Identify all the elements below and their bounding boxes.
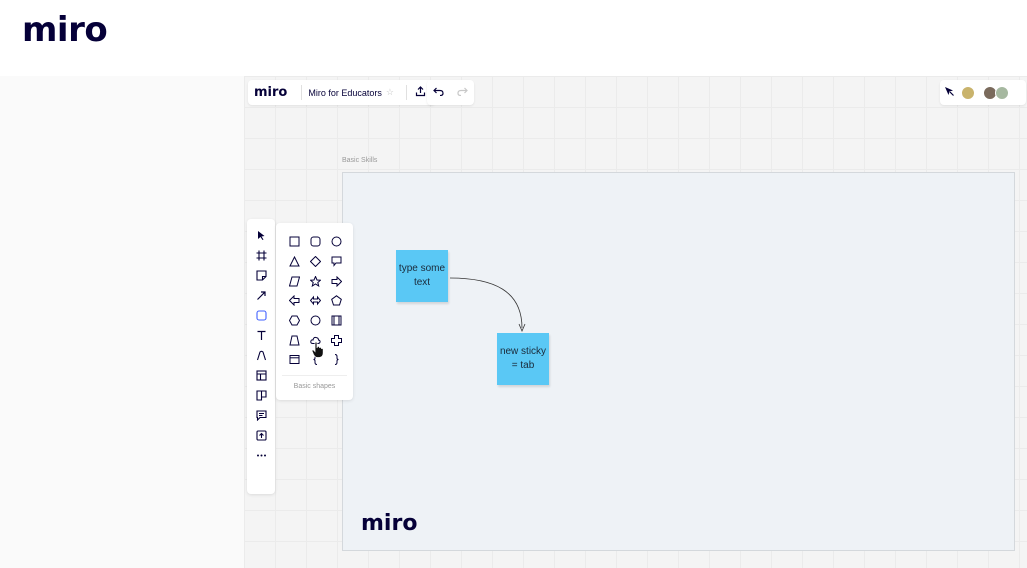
cross-icon xyxy=(330,334,342,346)
pentagon-shape[interactable] xyxy=(326,291,346,311)
frame-tool[interactable] xyxy=(251,245,271,265)
board-frame[interactable]: miro xyxy=(342,172,1015,551)
speech-bubble-icon xyxy=(331,256,341,267)
rectangle-icon xyxy=(289,236,299,247)
avatar[interactable] xyxy=(995,85,1009,100)
trapezoid-shape[interactable] xyxy=(284,330,304,350)
redo-icon[interactable] xyxy=(454,87,470,99)
right-brace-icon xyxy=(334,354,339,366)
process-shape[interactable] xyxy=(326,311,346,331)
arrow-icon xyxy=(256,290,266,300)
sticky-note-tool[interactable] xyxy=(251,265,271,285)
rectangle-shape[interactable] xyxy=(284,232,304,252)
avatar[interactable] xyxy=(961,85,975,100)
parallelogram-icon xyxy=(288,276,300,287)
cards-tool[interactable] xyxy=(251,385,271,405)
left-blank-pane xyxy=(0,76,244,568)
octagon-icon xyxy=(310,315,320,326)
board-canvas[interactable]: miro Miro for Educators ☆ Basic Skills m… xyxy=(244,76,1027,568)
circle-icon xyxy=(331,236,341,247)
pen-icon xyxy=(256,350,266,360)
triangle-icon xyxy=(288,256,300,267)
right-brace-shape[interactable] xyxy=(326,350,346,370)
frame-logo: miro xyxy=(361,511,418,536)
window-shape[interactable] xyxy=(284,350,304,370)
rounded-square-icon xyxy=(255,309,267,321)
upload-tool[interactable] xyxy=(251,425,271,445)
pentagon-icon xyxy=(330,295,342,306)
board-title[interactable]: Miro for Educators xyxy=(308,88,382,98)
comment-icon xyxy=(255,409,267,421)
star-shape[interactable] xyxy=(305,271,325,291)
sticky-note[interactable]: new sticky = tab xyxy=(497,333,549,385)
star-icon[interactable]: ☆ xyxy=(386,87,394,98)
triangle-shape[interactable] xyxy=(284,252,304,272)
parallelogram-shape[interactable] xyxy=(284,271,304,291)
octagon-shape[interactable] xyxy=(305,311,325,331)
templates-tool[interactable] xyxy=(251,365,271,385)
frame-icon xyxy=(256,250,266,260)
rounded-rectangle-shape[interactable] xyxy=(305,232,325,252)
left-arrow-icon xyxy=(288,295,299,307)
frame-label[interactable]: Basic Skills xyxy=(342,157,377,164)
board-logo[interactable]: miro xyxy=(254,85,287,100)
sticky-note-icon xyxy=(255,269,267,281)
speech-bubble-shape[interactable] xyxy=(326,252,346,272)
pen-tool[interactable] xyxy=(251,345,271,365)
page-logo: miro xyxy=(22,10,108,50)
toolbar-divider xyxy=(405,85,407,100)
template-icon xyxy=(255,369,267,381)
left-arrow-shape[interactable] xyxy=(284,291,304,311)
card-icon xyxy=(255,389,267,401)
cursor-arrow-icon xyxy=(258,230,265,240)
undo-icon[interactable] xyxy=(431,87,447,99)
connection-line-tool[interactable] xyxy=(251,285,271,305)
star-icon xyxy=(309,275,321,287)
window-icon xyxy=(289,355,299,365)
double-arrow-shape[interactable] xyxy=(305,291,325,311)
right-arrow-shape[interactable] xyxy=(326,271,346,291)
right-arrow-icon xyxy=(331,275,342,287)
process-icon xyxy=(331,315,341,326)
upload-icon xyxy=(255,429,267,441)
more-icon xyxy=(256,454,266,456)
shapes-panel: Basic shapes xyxy=(276,223,353,400)
creation-toolbar xyxy=(247,219,275,494)
toolbar-divider xyxy=(301,85,303,100)
comment-tool[interactable] xyxy=(251,405,271,425)
shapes-panel-divider xyxy=(282,375,347,376)
collaborator-cursor-icon[interactable] xyxy=(944,86,955,100)
shapes-tool[interactable] xyxy=(251,305,271,325)
select-tool[interactable] xyxy=(251,225,271,245)
rhombus-icon xyxy=(309,256,321,268)
double-arrow-icon xyxy=(309,296,321,306)
shapes-panel-label: Basic shapes xyxy=(293,383,336,390)
cross-shape[interactable] xyxy=(326,330,346,350)
board-top-toolbar: miro Miro for Educators ☆ xyxy=(248,80,435,105)
hand-pointer-icon xyxy=(311,341,324,358)
hexagon-shape[interactable] xyxy=(284,311,304,331)
text-tool[interactable] xyxy=(251,325,271,345)
collaborators-bar xyxy=(940,80,1026,105)
undo-redo-group xyxy=(427,80,474,105)
trapezoid-icon xyxy=(288,335,300,346)
screen: miro miro Miro for Educators ☆ Basic Ski… xyxy=(0,0,1027,568)
hexagon-icon xyxy=(288,315,300,326)
sticky-note[interactable]: type some text xyxy=(396,250,448,302)
text-icon xyxy=(257,330,265,340)
rhombus-shape[interactable] xyxy=(305,252,325,272)
more-tools[interactable] xyxy=(251,445,271,465)
rounded-rectangle-icon xyxy=(310,236,320,247)
circle-shape[interactable] xyxy=(326,232,346,252)
